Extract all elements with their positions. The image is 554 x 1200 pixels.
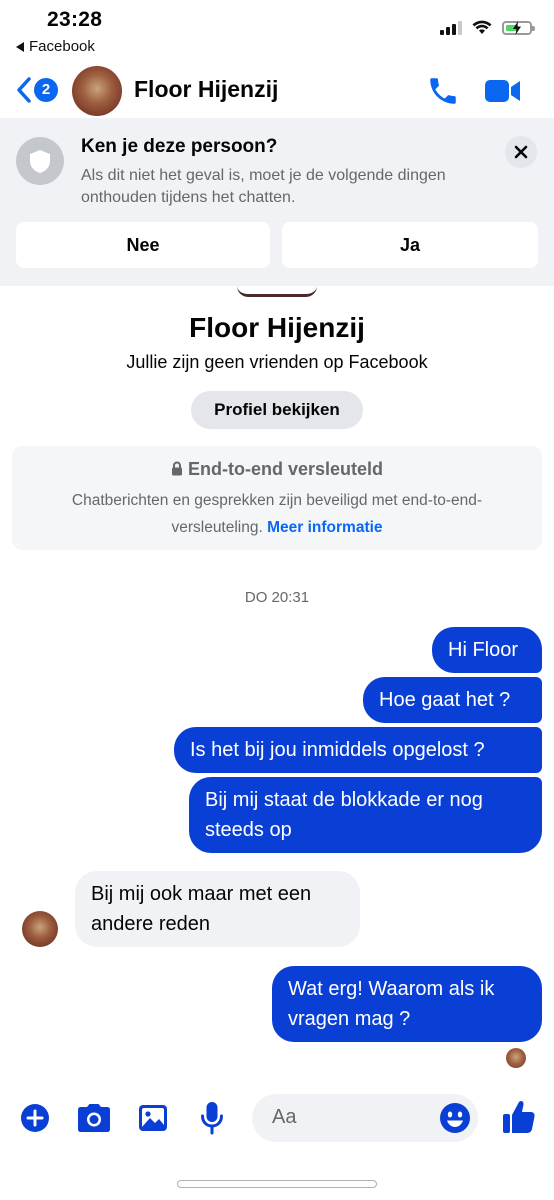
friendship-status: Jullie zijn geen vrienden op Facebook [126, 352, 428, 372]
seen-avatar [506, 1048, 526, 1068]
phone-icon[interactable] [426, 74, 460, 108]
lock-icon [171, 461, 182, 476]
message-bubble-outgoing[interactable]: Is het bij jou inmiddels opgelost ? [174, 727, 542, 773]
message-bubble-outgoing[interactable]: Hoe gaat het ? [363, 677, 542, 723]
close-icon[interactable] [505, 136, 537, 168]
status-time: 23:28 [47, 8, 103, 31]
battery-icon [502, 20, 535, 35]
more-info-link[interactable]: Meer informatie [267, 519, 382, 536]
banner-title: Ken je deze persoon? [81, 136, 278, 157]
back-triangle-icon [16, 41, 24, 52]
wifi-icon [472, 20, 492, 34]
banner-text: Als dit niet het geval is, moet je de vo… [81, 167, 446, 206]
back-app-label: Facebook [29, 38, 95, 55]
message-bubble-outgoing[interactable]: Hi Floor [432, 627, 542, 673]
status-icons [440, 20, 535, 35]
plus-icon[interactable] [20, 1103, 50, 1133]
sender-avatar[interactable] [22, 911, 58, 947]
message-bubble-outgoing[interactable]: Wat erg! Waarom als ik vragen mag ? [272, 966, 542, 1042]
video-icon[interactable] [484, 76, 522, 106]
emoji-icon[interactable] [439, 1102, 471, 1134]
encryption-title: End-to-end versleuteld [187, 459, 384, 479]
view-profile-button[interactable]: Profiel bekijken [191, 391, 363, 429]
chevron-left-icon[interactable] [14, 76, 34, 104]
avatar[interactable] [72, 66, 122, 116]
no-button[interactable]: Nee [16, 222, 270, 268]
message-bubble-outgoing[interactable]: Bij mij staat de blokkade er nog steeds … [189, 777, 542, 853]
message-input-placeholder: Aa [272, 1106, 297, 1128]
thumbs-up-icon[interactable] [502, 1099, 536, 1135]
unread-badge: 2 [34, 78, 58, 102]
encryption-title-row: End-to-end versleuteld [12, 459, 542, 480]
back-to-app-link[interactable]: Facebook [16, 38, 95, 55]
encryption-text-block: Chatberichten en gesprekken zijn beveili… [28, 487, 526, 541]
image-icon[interactable] [137, 1103, 169, 1133]
message-bubble-incoming[interactable]: Bij mij ook maar met een andere reden [75, 871, 360, 947]
chat-title[interactable]: Floor Hijenzij [134, 76, 278, 103]
yes-button[interactable]: Ja [282, 222, 538, 268]
message-timestamp: DO 20:31 [244, 589, 310, 606]
signal-icon [440, 20, 462, 35]
microphone-icon[interactable] [200, 1101, 224, 1135]
camera-icon[interactable] [76, 1103, 112, 1133]
profile-photo-edge [237, 286, 317, 297]
profile-name: Floor Hijenzij [189, 312, 365, 343]
home-indicator[interactable] [177, 1180, 377, 1188]
shield-icon [30, 150, 50, 173]
